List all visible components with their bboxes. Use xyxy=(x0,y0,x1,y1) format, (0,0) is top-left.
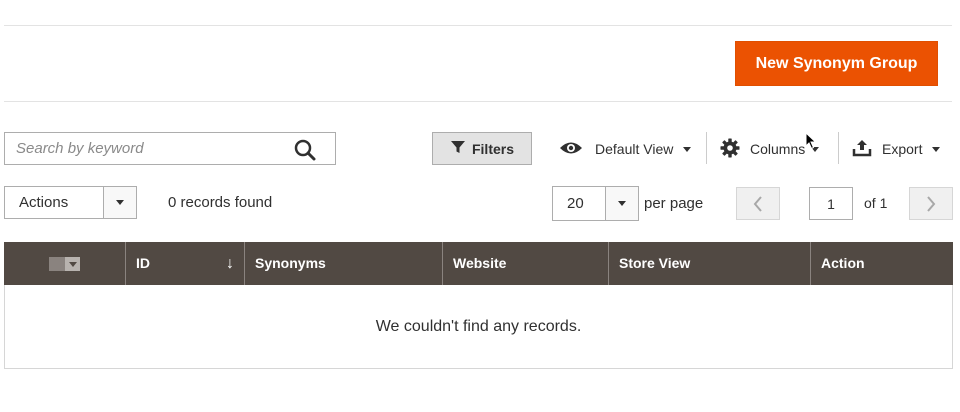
column-header-synonyms[interactable]: Synonyms xyxy=(244,242,442,285)
chevron-left-icon xyxy=(753,195,762,212)
mass-select-column xyxy=(4,242,125,285)
chevron-down-icon xyxy=(683,146,692,152)
column-header-id[interactable]: ID ↓ xyxy=(125,242,244,285)
export-label: Export xyxy=(882,141,923,157)
top-divider xyxy=(4,25,952,26)
records-found: 0 records found xyxy=(168,194,273,211)
default-view-dropdown[interactable]: Default View xyxy=(559,137,692,161)
mass-select-checkbox[interactable] xyxy=(49,257,65,271)
export-icon xyxy=(852,139,872,160)
previous-page-button[interactable] xyxy=(736,187,780,220)
toolbar-separator xyxy=(838,132,839,164)
eye-icon xyxy=(559,140,583,159)
default-view-label: Default View xyxy=(595,141,674,157)
mass-select-dropdown[interactable] xyxy=(65,257,80,271)
toolbar-separator xyxy=(706,132,707,164)
page-total: of 1 xyxy=(864,195,888,211)
page-number-input[interactable]: 1 xyxy=(809,187,853,220)
chevron-down-icon xyxy=(68,261,77,267)
column-header-label: Action xyxy=(821,255,865,271)
filters-button[interactable]: Filters xyxy=(432,132,532,165)
chevron-down-icon xyxy=(116,200,124,205)
grid-header: ID ↓ Synonyms Website Store View Action xyxy=(4,242,953,285)
filters-label: Filters xyxy=(471,140,514,157)
actions-dropdown-toggle[interactable] xyxy=(103,187,136,218)
per-page-select[interactable]: 20 xyxy=(552,186,639,221)
per-page-toggle[interactable] xyxy=(605,187,638,220)
column-header-label: Website xyxy=(453,255,507,271)
mouse-cursor-icon xyxy=(805,131,817,150)
export-dropdown[interactable]: Export xyxy=(852,137,941,161)
column-header-action: Action xyxy=(810,242,953,285)
gear-icon xyxy=(720,138,740,161)
search-icon[interactable] xyxy=(293,138,317,162)
actions-dropdown[interactable]: Actions xyxy=(4,186,137,219)
actions-label: Actions xyxy=(19,194,69,211)
column-header-website[interactable]: Website xyxy=(442,242,608,285)
column-header-label: Store View xyxy=(619,255,691,271)
column-header-store-view[interactable]: Store View xyxy=(608,242,810,285)
chevron-down-icon xyxy=(932,146,941,152)
per-page-label: per page xyxy=(644,195,704,212)
next-page-button[interactable] xyxy=(909,187,953,220)
filter-icon xyxy=(450,139,466,158)
chevron-down-icon xyxy=(618,201,626,206)
per-page-value: 20 xyxy=(567,195,584,212)
columns-label: Columns xyxy=(750,141,806,157)
new-synonym-group-button[interactable]: New Synonym Group xyxy=(735,41,938,86)
sort-arrow-icon: ↓ xyxy=(226,255,234,272)
search-box xyxy=(4,132,336,165)
column-header-label: Synonyms xyxy=(255,255,326,271)
chevron-right-icon xyxy=(927,195,936,212)
empty-records-message: We couldn't find any records. xyxy=(4,285,953,369)
column-header-label: ID xyxy=(136,255,150,271)
header-divider xyxy=(4,101,952,102)
search-input[interactable] xyxy=(5,133,275,164)
